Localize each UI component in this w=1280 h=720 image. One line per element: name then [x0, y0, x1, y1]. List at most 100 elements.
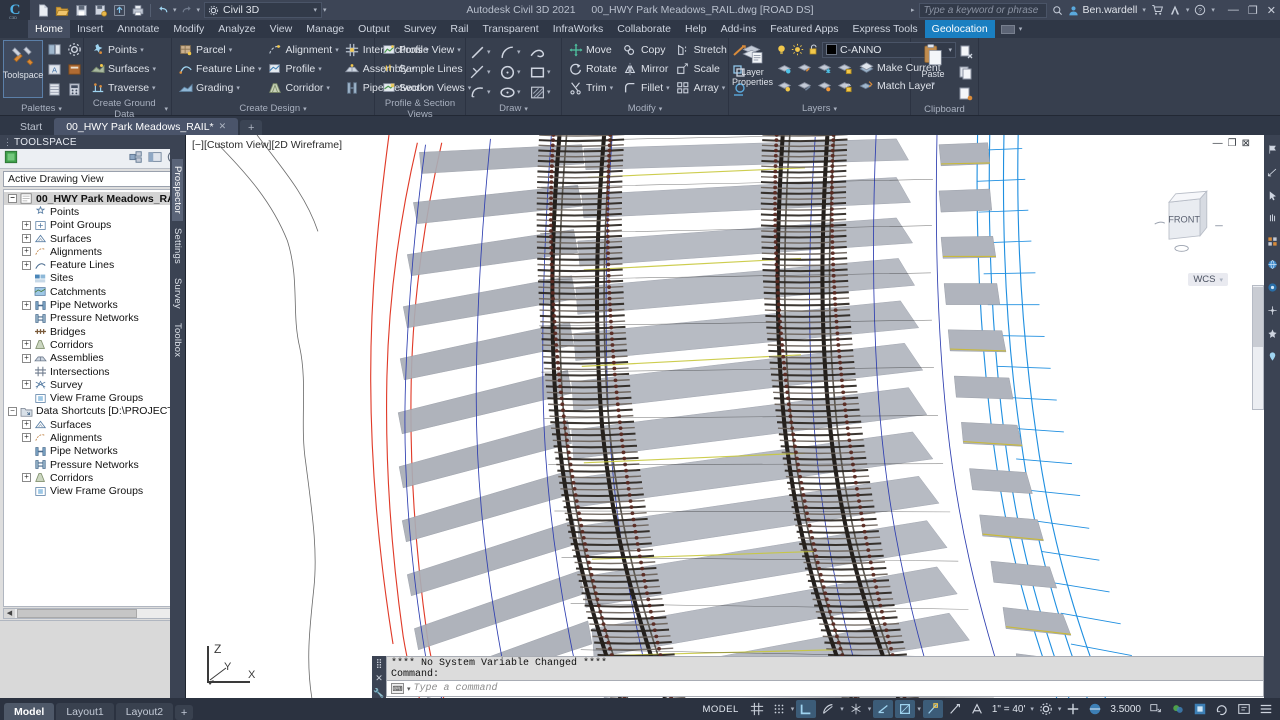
close-viewport-icon[interactable]: ⊠ — [1242, 138, 1250, 149]
tree-node[interactable]: +Corridors — [4, 471, 181, 484]
grading-button[interactable]: Grading▾ — [175, 79, 264, 97]
ribbon-tab-transparent[interactable]: Transparent — [475, 20, 545, 38]
dynamic-ucs-caret-icon[interactable]: ▾ — [917, 705, 921, 713]
ribbon-tab-infraworks[interactable]: InfraWorks — [546, 20, 611, 38]
close-command-icon[interactable]: ✕ — [375, 673, 383, 684]
command-caret-icon[interactable]: ▾ — [407, 685, 411, 693]
object-snap-tracking-icon[interactable] — [873, 700, 893, 718]
hatch-icon[interactable]: ▾ — [529, 82, 559, 102]
cut-icon[interactable] — [956, 42, 975, 61]
tree-node[interactable]: +Feature Lines — [4, 258, 181, 271]
spline-icon[interactable]: ▾ — [469, 82, 499, 102]
customization-icon[interactable] — [1256, 700, 1276, 718]
sample-lines-button[interactable]: Sample Lines — [378, 60, 474, 78]
ellipse-icon[interactable]: ▾ — [499, 82, 529, 102]
settings-icon[interactable] — [65, 40, 84, 59]
ribbon-tab-annotate[interactable]: Annotate — [110, 20, 166, 38]
construction-line-icon[interactable]: ▾ — [469, 62, 499, 82]
ribbon-tab-analyze[interactable]: Analyze — [211, 20, 262, 38]
file-tab-drawing[interactable]: 00_HWY Park Meadows_RAIL*✕ — [54, 118, 238, 135]
redo-dropdown-caret[interactable]: ▾ — [197, 6, 201, 14]
plot-icon[interactable] — [129, 1, 147, 19]
tree-root-node[interactable]: −00_HWY Park Meadows_RAIL — [4, 192, 181, 205]
file-tab-start[interactable]: Start — [8, 118, 54, 135]
chevron-down-icon[interactable]: ▾ — [258, 65, 262, 73]
expand-icon[interactable]: + — [22, 234, 31, 243]
annotation-icon[interactable]: A — [45, 60, 64, 79]
traverse-button[interactable]: Traverse▾ — [87, 79, 159, 97]
master-view-icon[interactable] — [129, 150, 143, 167]
chevron-down-icon[interactable]: ▾ — [1019, 25, 1023, 33]
ribbon-tab-rail[interactable]: Rail — [443, 20, 475, 38]
panel-title-palettes[interactable]: Palettes▾ — [3, 102, 80, 115]
profile-button[interactable]: Profile▾ — [264, 60, 341, 78]
expand-icon[interactable]: + — [22, 221, 31, 230]
scrollbar-thumb[interactable] — [1253, 287, 1263, 347]
search-expand-caret[interactable]: ▸ — [911, 6, 915, 14]
mirror-button[interactable]: Mirror — [620, 60, 673, 78]
layer-off-icon[interactable] — [775, 58, 794, 77]
layer-freeze-icon[interactable] — [815, 58, 834, 77]
object-snap-icon[interactable] — [923, 700, 943, 718]
layer-properties-button[interactable]: Layer Properties — [732, 40, 773, 98]
app-logo[interactable]: C C3D — [0, 0, 30, 20]
layout-tab-layout2[interactable]: Layout2 — [116, 703, 173, 720]
close-icon[interactable]: ✕ — [219, 121, 227, 132]
toolspace-tab-settings[interactable]: Settings — [172, 221, 183, 271]
chevron-down-icon[interactable]: ▾ — [326, 84, 330, 92]
chevron-down-icon[interactable]: ▾ — [140, 46, 144, 54]
tree-node[interactable]: Pressure Networks — [4, 312, 181, 325]
flag-tool-icon[interactable] — [1266, 143, 1279, 156]
lineweight-icon[interactable] — [1085, 700, 1105, 718]
redo-icon[interactable] — [178, 1, 196, 19]
ribbon-tab-insert[interactable]: Insert — [70, 20, 110, 38]
stretch-button[interactable]: Stretch — [673, 41, 730, 59]
snap-mode-icon[interactable] — [769, 700, 789, 718]
corridor-button[interactable]: Corridor▾ — [264, 79, 341, 97]
add-layout-button[interactable]: + — [175, 705, 193, 720]
saveas-icon[interactable] — [91, 1, 109, 19]
move-button[interactable]: Move — [565, 41, 620, 59]
new-file-tab-button[interactable]: + — [240, 120, 262, 135]
search-icon[interactable] — [1052, 5, 1063, 16]
expand-icon[interactable]: + — [22, 433, 31, 442]
search-input[interactable]: Type a keyword or phrase — [919, 3, 1047, 18]
ribbon-tab-home[interactable]: Home — [28, 20, 70, 38]
scale-button[interactable]: Scale — [673, 60, 730, 78]
active-drawing-icon[interactable] — [4, 150, 18, 167]
viewport-vertical-scrollbar[interactable] — [1252, 285, 1264, 410]
scroll-left-arrow[interactable]: ◀ — [4, 609, 15, 618]
array-button[interactable]: Array▾ — [673, 79, 730, 97]
command-input[interactable]: ⌨ ▾ Type a command — [386, 680, 1264, 697]
feature-line-button[interactable]: Feature Line▾ — [175, 60, 264, 78]
collapse-icon[interactable]: − — [8, 194, 17, 203]
workspace-switching-icon[interactable] — [1036, 700, 1056, 718]
expand-icon[interactable]: + — [22, 420, 31, 429]
minimize-viewport-icon[interactable]: — — [1213, 138, 1223, 149]
panel-title-draw[interactable]: Draw▾ — [469, 102, 558, 115]
expand-icon[interactable]: + — [22, 261, 31, 270]
iso-caret-icon[interactable]: ▾ — [868, 705, 872, 713]
profile-view-button[interactable]: Profile View▾ — [378, 41, 474, 59]
tree-node[interactable]: +Pipe Networks — [4, 298, 181, 311]
rotate-button[interactable]: Rotate — [565, 60, 620, 78]
star-tool-icon[interactable] — [1266, 327, 1279, 340]
scroll-thumb[interactable] — [17, 609, 137, 618]
panel-title-modify[interactable]: Modify▾ — [565, 102, 725, 115]
expand-icon[interactable]: + — [22, 301, 31, 310]
ribbon-tab-manage[interactable]: Manage — [299, 20, 351, 38]
chevron-down-icon[interactable]: ▾ — [318, 65, 322, 73]
chevron-down-icon[interactable]: ▾ — [229, 46, 233, 54]
circle-icon[interactable]: ▾ — [499, 62, 529, 82]
panel-title-create-design[interactable]: Create Design▾ — [175, 102, 371, 115]
polar-tracking-icon[interactable] — [818, 700, 838, 718]
chevron-down-icon[interactable]: ▾ — [666, 84, 670, 92]
panel-title-create-ground-data[interactable]: Create Ground Data▾ — [87, 102, 168, 115]
toolspace-tab-toolbox[interactable]: Toolbox — [172, 316, 183, 364]
chevron-down-icon[interactable]: ▾ — [722, 84, 726, 92]
model-space-button[interactable]: MODEL — [696, 704, 744, 715]
add-plus-icon[interactable] — [1063, 700, 1083, 718]
account-menu[interactable]: Ben.wardell — [1068, 4, 1137, 16]
expand-icon[interactable]: + — [22, 340, 31, 349]
undo-icon[interactable] — [154, 1, 172, 19]
